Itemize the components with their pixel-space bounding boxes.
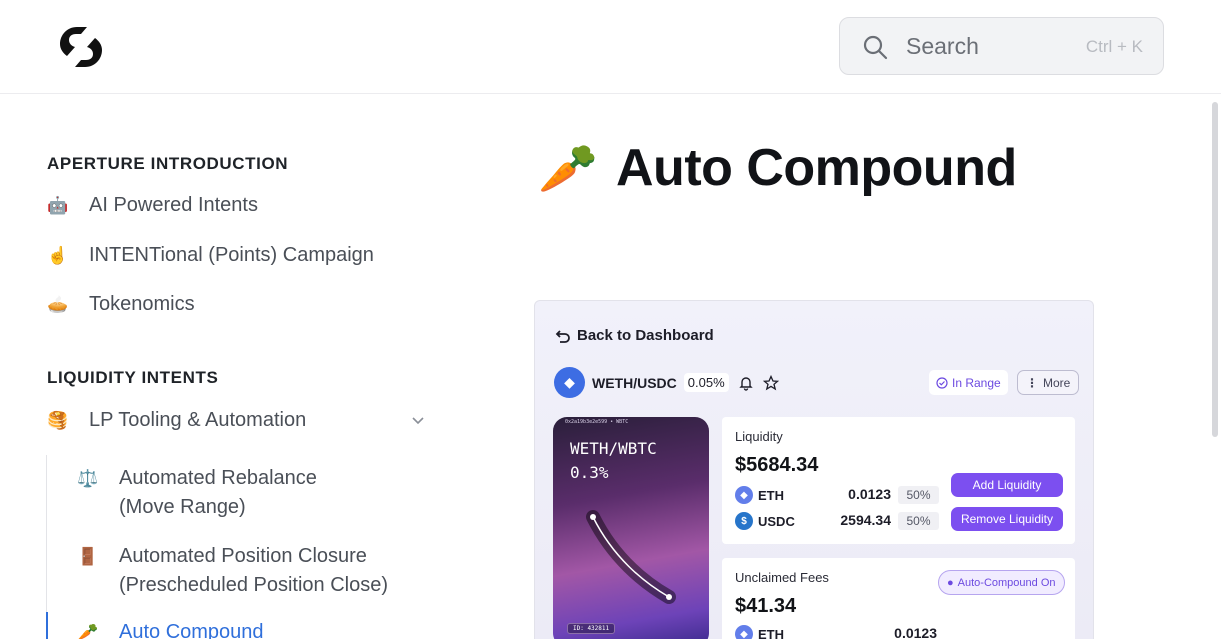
more-label: More: [1043, 375, 1071, 390]
liquidity-curve-graphic: [586, 510, 676, 604]
token-symbol: ETH: [758, 487, 784, 503]
sidebar-item-intentional-campaign[interactable]: ☝️ INTENTional (Points) Campaign: [47, 241, 374, 270]
token-amount: 0.0123: [894, 625, 937, 639]
sidebar-item-automated-rebalance[interactable]: ⚖️ Automated Rebalance (Move Range): [77, 464, 317, 522]
sidebar-item-label: LP Tooling & Automation: [89, 409, 307, 431]
pointing-finger-icon: ☝️: [47, 246, 69, 265]
auto-compound-label: Auto-Compound On: [957, 576, 1056, 589]
label-line-1: Automated Rebalance: [119, 467, 317, 489]
eth-coin-icon: ◆: [554, 367, 585, 398]
section-title-liquidity-intents: LIQUIDITY INTENTS: [47, 368, 219, 387]
token-share: 50%: [898, 486, 939, 504]
remove-liquidity-button: Remove Liquidity: [951, 507, 1063, 531]
scrollbar-thumb[interactable]: [1212, 102, 1218, 437]
usdc-icon: $: [735, 512, 753, 530]
sidebar-item-ai-powered-intents[interactable]: 🤖 AI Powered Intents: [47, 191, 258, 220]
page-title-text: Auto Compound: [616, 139, 1017, 197]
page-scrollbar[interactable]: [1209, 94, 1221, 639]
back-arrow-icon: [555, 329, 570, 343]
liquidity-token-usdc: $ USDC: [735, 512, 795, 530]
top-header: Search Ctrl + K: [0, 0, 1221, 94]
eth-icon: ◆: [735, 625, 753, 639]
sidebar-item-label: Tokenomics: [89, 293, 195, 315]
active-indicator: [46, 612, 48, 639]
fees-token-eth: ◆ ETH: [735, 625, 784, 639]
search-shortcut: Ctrl + K: [1085, 37, 1143, 56]
auto-compound-badge: ● Auto-Compound On: [938, 570, 1065, 595]
liquidity-title: Liquidity: [735, 429, 783, 444]
section-title-aperture-introduction: APERTURE INTRODUCTION: [47, 154, 289, 173]
sidebar-item-label: Auto Compound: [119, 621, 264, 639]
door-icon: 🚪: [77, 547, 99, 566]
chevron-down-icon[interactable]: [410, 413, 426, 429]
check-circle-icon: [936, 376, 948, 389]
fees-value: $41.34: [735, 595, 797, 617]
sidebar-item-lp-tooling[interactable]: 🥞 LP Tooling & Automation: [47, 406, 306, 435]
kebab-icon: ⋮: [1026, 375, 1038, 390]
sidebar-item-label: INTENTional (Points) Campaign: [89, 244, 374, 266]
search-button[interactable]: Search Ctrl + K: [839, 17, 1164, 75]
auto-compound-screenshot: Back to Dashboard ◆ WETH/USDC 0.05% In R…: [534, 300, 1094, 639]
pie-icon: 🥧: [47, 295, 69, 314]
token-share: 50%: [898, 512, 939, 530]
pair-name: WETH/USDC: [592, 374, 677, 391]
dot-icon: ●: [947, 576, 954, 589]
fees-title: Unclaimed Fees: [735, 570, 829, 585]
in-range-label: In Range: [952, 375, 1001, 390]
unclaimed-fees-panel: Unclaimed Fees ● Auto-Compound On $41.34…: [722, 558, 1075, 639]
robot-icon: 🤖: [47, 196, 69, 215]
token-amount: 2594.34: [840, 512, 891, 528]
sidebar: APERTURE INTRODUCTION 🤖 AI Powered Inten…: [0, 94, 470, 639]
position-nft-card: 0x2a19b3e2e599 • WBTC WETH/WBTC 0.3% ID:…: [553, 417, 709, 639]
aperture-logo-icon[interactable]: [57, 23, 105, 71]
token-symbol: ETH: [758, 626, 784, 639]
liquidity-panel: Liquidity $5684.34 ◆ ETH 0.0123 50% $ US…: [722, 417, 1075, 544]
search-label: Search: [906, 33, 979, 59]
back-label: Back to Dashboard: [577, 327, 714, 344]
sidebar-item-auto-compound[interactable]: 🥕 Auto Compound: [77, 618, 264, 639]
sidebar-item-label: Automated Position Closure (Prescheduled…: [119, 542, 388, 600]
eth-icon: ◆: [735, 486, 753, 504]
balance-scale-icon: ⚖️: [77, 469, 99, 488]
carrot-icon: 🥕: [77, 623, 99, 639]
in-range-badge: In Range: [929, 370, 1008, 395]
sidebar-item-tokenomics[interactable]: 🥧 Tokenomics: [47, 290, 195, 319]
liquidity-token-eth: ◆ ETH: [735, 486, 784, 504]
token-symbol: USDC: [758, 513, 795, 529]
sidebar-item-automated-position-closure[interactable]: 🚪 Automated Position Closure (Preschedul…: [77, 542, 388, 600]
fee-tier-badge: 0.05%: [683, 373, 729, 392]
label-line-1: Automated Position Closure: [119, 545, 367, 567]
sidebar-item-label: Automated Rebalance (Move Range): [119, 464, 317, 522]
back-to-dashboard-link: Back to Dashboard: [555, 327, 714, 344]
bell-icon: [738, 376, 753, 391]
search-icon: [863, 35, 888, 60]
add-liquidity-button: Add Liquidity: [951, 473, 1063, 497]
nft-token-id: ID: 432811: [567, 623, 616, 634]
sidebar-item-label: AI Powered Intents: [89, 194, 258, 216]
carrot-icon: 🥕: [538, 142, 598, 196]
label-line-2: (Prescheduled Position Close): [119, 574, 389, 596]
page-title: 🥕 Auto Compound: [538, 138, 1017, 198]
star-icon: [762, 374, 779, 390]
token-amount: 0.0123: [848, 486, 891, 502]
more-button: ⋮ More: [1017, 370, 1080, 395]
liquidity-value: $5684.34: [735, 454, 819, 476]
pair-header: ◆ WETH/USDC 0.05%: [554, 367, 779, 398]
label-line-2: (Move Range): [119, 496, 246, 518]
pancakes-icon: 🥞: [47, 411, 69, 430]
